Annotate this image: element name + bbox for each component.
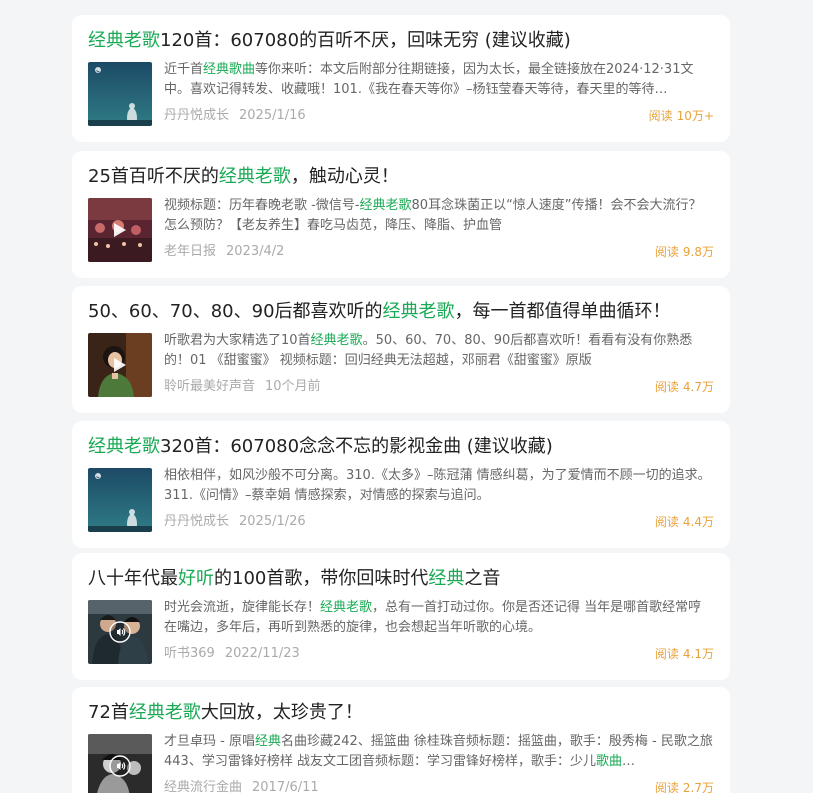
title-keyword-highlight: 经典老歌 <box>88 30 160 51</box>
article-meta: 丹丹悦成长 2025/1/16 <box>164 107 306 125</box>
summary-text: 相依相伴，如风沙般不可分离。310.《太多》–陈冠蒲 情感纠葛，为了爱情而不顾一… <box>164 468 711 503</box>
read-count-label: 阅读 <box>654 647 679 661</box>
article-list: 经典老歌120首：607080的百听不厌，回味无穷 (建议收藏) 近千首经典歌曲等… <box>0 0 813 793</box>
article-meta: 经典流行金曲 2017/6/11 <box>164 779 319 793</box>
article-thumbnail[interactable] <box>88 333 152 397</box>
summary-keyword-highlight: 经典老歌 <box>320 600 373 615</box>
read-count-label: 阅读 <box>654 245 679 259</box>
article-thumbnail[interactable] <box>88 468 152 532</box>
read-count-label: 阅读 <box>654 781 679 793</box>
summary-keyword-highlight: 经典老歌 <box>310 333 363 348</box>
title-text: 大回放，太珍贵了！ <box>200 702 363 723</box>
read-count: 阅读 10万+ <box>649 107 714 125</box>
read-count: 阅读 9.8万 <box>655 243 714 261</box>
article-meta: 聆听最美好声音 10个月前 <box>164 378 321 396</box>
article-date: 2022/11/23 <box>224 646 300 661</box>
article-title[interactable]: 经典老歌120首：607080的百听不厌，回味无穷 (建议收藏) <box>88 28 571 54</box>
title-keyword-highlight: 经典老歌 <box>382 301 455 322</box>
article-summary: 时光会流逝，旋律能长存！经典老歌，总有一首打动过你。你是否还记得 当年是哪首歌经… <box>164 598 714 638</box>
article-summary: 相依相伴，如风沙般不可分离。310.《太多》–陈冠蒲 情感纠葛，为了爱情而不顾一… <box>164 466 714 506</box>
read-count: 阅读 4.7万 <box>655 378 714 396</box>
audio-icon[interactable] <box>109 621 131 643</box>
read-count: 阅读 4.4万 <box>655 513 714 531</box>
read-count-value: 4.7万 <box>682 380 714 394</box>
title-keyword-highlight: 经典 <box>428 568 465 589</box>
title-text: 320首：607080念念不忘的影视金曲 (建议收藏) <box>160 436 553 457</box>
article-title[interactable]: 72首经典老歌大回放，太珍贵了！ <box>88 700 363 726</box>
article-source[interactable]: 丹丹悦成长 <box>164 514 229 529</box>
summary-keyword-highlight: 歌曲 <box>595 754 622 769</box>
title-text: 的100首歌，带你回味时代 <box>214 568 429 589</box>
article-meta: 听书369 2022/11/23 <box>164 645 300 663</box>
article-thumbnail[interactable] <box>88 62 152 126</box>
article-date: 2023/4/2 <box>226 244 285 259</box>
title-text: 50、60、70、80、90后都喜欢听的 <box>88 301 383 322</box>
article-thumbnail[interactable] <box>88 734 152 793</box>
article-title[interactable]: 八十年代最好听的100首歌，带你回味时代经典之音 <box>88 566 500 592</box>
title-text: ，触动心灵！ <box>290 166 399 187</box>
article-date: 2017/6/11 <box>252 780 319 793</box>
summary-keyword-highlight: 经典 <box>254 734 281 749</box>
read-count-label: 阅读 <box>654 380 679 394</box>
article-title[interactable]: 经典老歌320首：607080念念不忘的影视金曲 (建议收藏) <box>88 434 553 460</box>
read-count-value: 4.1万 <box>682 647 714 661</box>
title-keyword-highlight: 经典老歌 <box>128 702 201 723</box>
read-count-value: 4.4万 <box>682 515 714 529</box>
article-title[interactable]: 25首百听不厌的经典老歌，触动心灵！ <box>88 164 399 190</box>
read-count-label: 阅读 <box>654 515 679 529</box>
read-count-value: 2.7万 <box>682 781 714 793</box>
article-card[interactable]: 50、60、70、80、90后都喜欢听的经典老歌，每一首都值得单曲循环！ 听歌君为… <box>72 286 730 413</box>
article-card[interactable]: 25首百听不厌的经典老歌，触动心灵！ 视频标题：历年春晚老歌 -微信号-经典老歌8… <box>72 151 730 278</box>
title-text: 之音 <box>464 568 501 589</box>
title-text: 八十年代最 <box>88 568 178 589</box>
title-keyword-highlight: 经典老歌 <box>218 166 291 187</box>
article-source[interactable]: 丹丹悦成长 <box>164 108 229 123</box>
play-icon[interactable] <box>113 222 127 238</box>
title-keyword-highlight: 好听 <box>178 568 214 589</box>
read-count: 阅读 4.1万 <box>655 645 714 663</box>
article-summary: 听歌君为大家精选了10首经典老歌。50、60、70、80、90后都喜欢听！看看有… <box>164 331 714 371</box>
read-count-value: 10万+ <box>676 109 714 123</box>
title-text: ，每一首都值得单曲循环！ <box>454 301 671 322</box>
article-title[interactable]: 50、60、70、80、90后都喜欢听的经典老歌，每一首都值得单曲循环！ <box>88 299 671 325</box>
article-source[interactable]: 听书369 <box>164 646 215 661</box>
title-text: 25首百听不厌的 <box>88 166 219 187</box>
summary-text: 视频标题：历年春晚老歌 -微信号- <box>164 198 360 213</box>
article-meta: 老年日报 2023/4/2 <box>164 243 284 261</box>
play-icon[interactable] <box>113 357 127 373</box>
summary-text: 才旦卓玛 - 原唱 <box>164 734 255 749</box>
article-source[interactable]: 聆听最美好声音 <box>164 379 255 394</box>
summary-keyword-highlight: 经典老歌 <box>359 198 412 213</box>
article-card[interactable]: 72首经典老歌大回放，太珍贵了！ 才旦卓玛 - 原唱经典名曲珍藏242、摇篮曲 徐… <box>72 687 730 793</box>
read-count: 阅读 2.7万 <box>655 779 714 793</box>
article-meta: 丹丹悦成长 2025/1/26 <box>164 513 306 531</box>
article-card[interactable]: 经典老歌120首：607080的百听不厌，回味无穷 (建议收藏) 近千首经典歌曲等… <box>72 15 730 142</box>
title-text: 72首 <box>88 702 129 723</box>
summary-text: … <box>621 754 635 769</box>
article-date: 2025/1/16 <box>239 108 306 123</box>
summary-text: 近千首 <box>164 62 204 77</box>
summary-text: 时光会流逝，旋律能长存！ <box>164 600 321 615</box>
article-thumbnail[interactable] <box>88 198 152 262</box>
summary-keyword-highlight: 经典歌曲 <box>203 62 256 77</box>
article-summary: 近千首经典歌曲等你来听：本文后附部分往期链接，因为太长，最全链接放在2024·1… <box>164 60 714 100</box>
read-count-value: 9.8万 <box>682 245 714 259</box>
article-source[interactable]: 老年日报 <box>164 244 216 259</box>
article-summary: 视频标题：历年春晚老歌 -微信号-经典老歌80耳念珠菌正以“惊人速度”传播！会不… <box>164 196 714 236</box>
article-card[interactable]: 八十年代最好听的100首歌，带你回味时代经典之音时光会流逝，旋律能长存！经典老歌… <box>72 553 730 680</box>
audio-icon[interactable] <box>109 755 131 777</box>
title-keyword-highlight: 经典老歌 <box>88 436 160 457</box>
article-date: 10个月前 <box>265 379 321 394</box>
summary-text: 听歌君为大家精选了10首 <box>164 333 311 348</box>
article-thumbnail[interactable] <box>88 600 152 664</box>
article-summary: 才旦卓玛 - 原唱经典名曲珍藏242、摇篮曲 徐桂珠音频标题：摇篮曲，歌手：殷秀… <box>164 732 714 772</box>
article-card[interactable]: 经典老歌320首：607080念念不忘的影视金曲 (建议收藏) 相依相伴，如风沙般… <box>72 421 730 548</box>
article-date: 2025/1/26 <box>239 514 306 529</box>
read-count-label: 阅读 <box>648 109 673 123</box>
title-text: 120首：607080的百听不厌，回味无穷 (建议收藏) <box>160 30 571 51</box>
article-source[interactable]: 经典流行金曲 <box>164 780 242 793</box>
